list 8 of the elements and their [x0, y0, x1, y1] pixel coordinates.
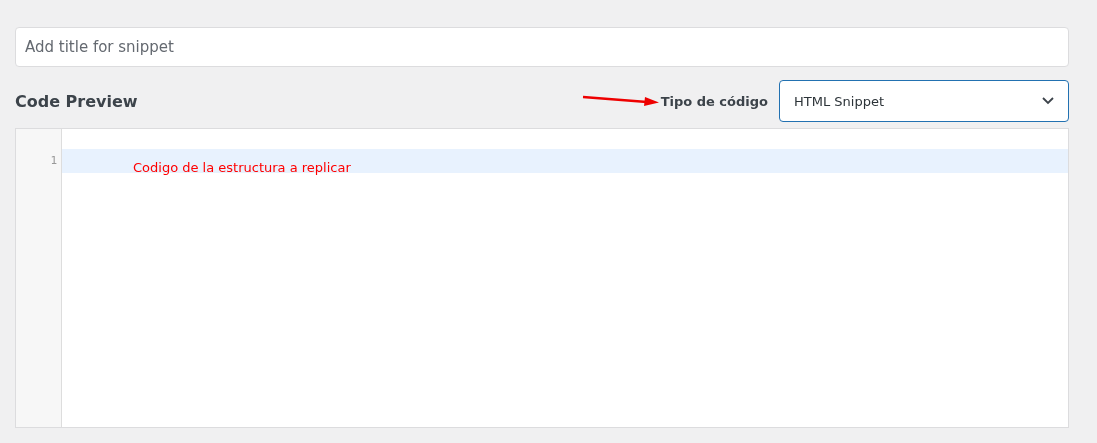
section-title: Code Preview: [15, 91, 139, 111]
title-field[interactable]: Add title for snippet: [15, 27, 1069, 67]
chevron-down-icon: [1042, 97, 1054, 105]
code-type-label: Tipo de código: [660, 93, 768, 109]
line-number: 1: [49, 153, 58, 169]
code-editor[interactable]: 1 Codigo de la estructura a replicar: [15, 128, 1069, 428]
annotation-text: Codigo de la estructura a replicar: [133, 160, 351, 175]
code-type-select[interactable]: HTML Snippet: [779, 80, 1069, 122]
